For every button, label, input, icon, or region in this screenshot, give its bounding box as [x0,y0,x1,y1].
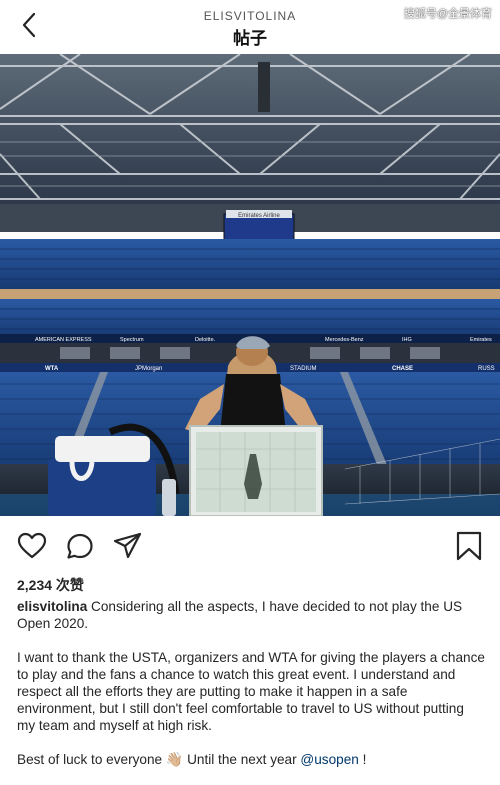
banner2-sponsor-1: WTA [45,366,59,372]
comment-button[interactable] [64,530,96,562]
banner-sponsor-1: AMERICAN EXPRESS [35,337,92,343]
share-button[interactable] [112,530,144,562]
banner2-sponsor-3: STADIUM [290,366,317,372]
scoreboard-sponsor: Emirates Airline [238,213,280,219]
banner-sponsor-4: Mercedes-Benz [325,337,364,343]
waving-hand-icon: 👋🏼 [165,751,184,767]
caption-text-3c: ! [358,752,367,767]
mention-link[interactable]: @usopen [300,752,358,767]
post-photo[interactable]: Emirates Airline us open AMERICAN EXPRES… [0,53,500,517]
post-caption: elisvitolina Considering all the aspects… [17,598,485,785]
watermark: 搜狐号@全景体育 [403,8,492,20]
caption-paragraph-2: I want to thank the USTA, organizers and… [17,650,485,733]
banner2-sponsor-4: CHASE [392,366,413,372]
caption-text-3b: Until the next year [183,752,301,767]
banner-sponsor-5: IHG [402,337,412,343]
top-bar: ELISVITOLINA 帖子 搜狐号@全景体育 [0,0,500,54]
heart-icon [17,532,47,559]
like-button[interactable] [16,530,48,562]
banner2-sponsor-2: JPMorgan [135,366,162,372]
comment-icon [67,533,93,559]
post-actions [0,526,500,566]
caption-text-3a: Best of luck to everyone [17,752,166,767]
share-icon [113,532,142,559]
caption-paragraph-1: elisvitolina Considering all the aspects… [17,598,485,632]
caption-username[interactable]: elisvitolina [17,599,87,614]
banner-sponsor-2: Spectrum [120,337,144,343]
banner2-sponsor-5: RUSS [478,366,495,372]
save-button[interactable] [453,530,485,562]
like-count[interactable]: 2,234 次赞 [17,575,84,595]
caption-paragraph-3: Best of luck to everyone 👋🏼 Until the ne… [17,751,485,768]
stadium-scene: Emirates Airline us open AMERICAN EXPRES… [0,53,500,517]
page-title: 帖子 [233,29,267,48]
bookmark-icon [456,531,482,561]
banner-sponsor-3: Deloitte. [195,337,216,343]
banner-sponsor-6: Emirates [470,337,492,343]
